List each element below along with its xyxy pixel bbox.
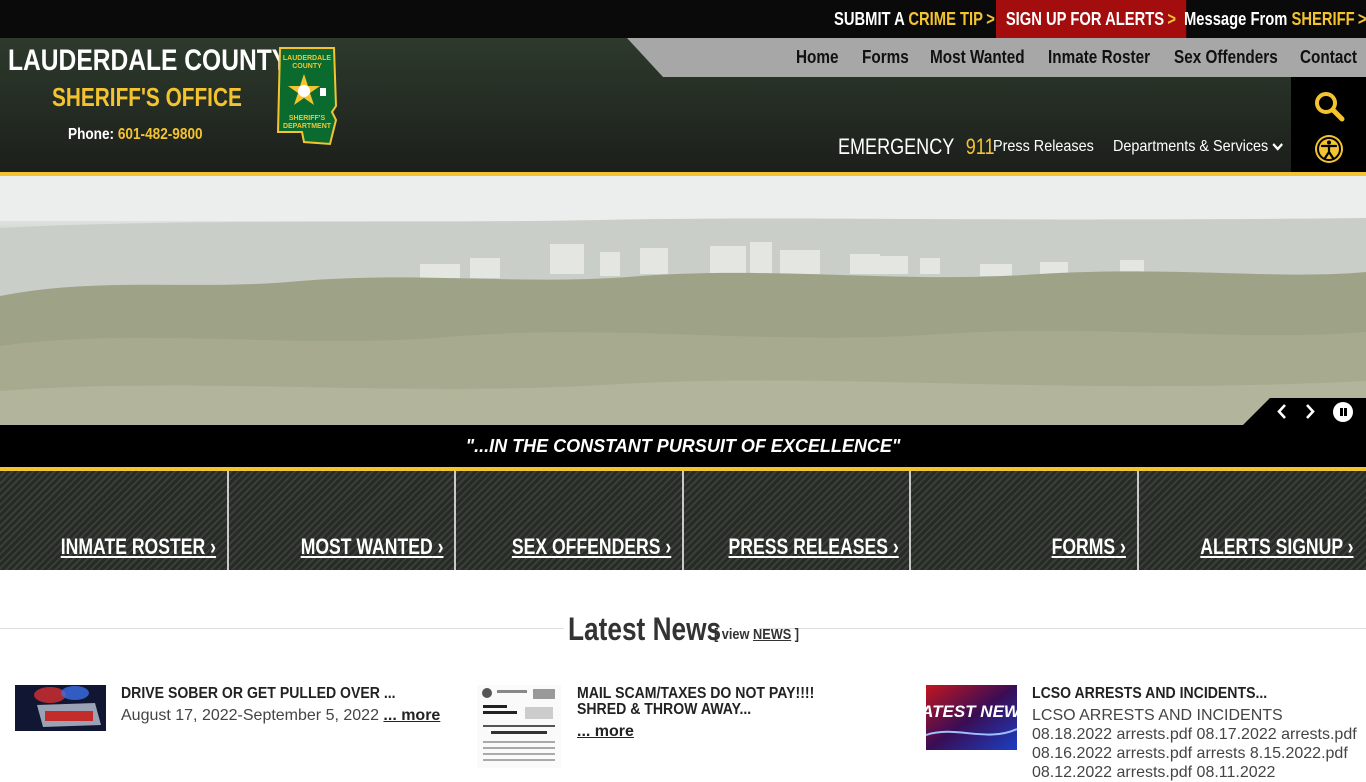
news-item-excerpt: ... more bbox=[577, 722, 634, 741]
quick-link-inmate-roster[interactable]: INMATE ROSTER › bbox=[61, 534, 216, 560]
sheriff-badge-logo[interactable]: LAUDERDALE COUNTY SHERIFF'S DEPARTMENT bbox=[274, 46, 340, 148]
view-news-link[interactable]: NEWS bbox=[753, 626, 791, 643]
news-title: Latest News bbox=[568, 611, 722, 647]
site-title[interactable]: LAUDERDALE COUNTY bbox=[8, 44, 288, 78]
svg-text:COUNTY: COUNTY bbox=[292, 63, 322, 70]
nav-inmate-roster[interactable]: Inmate Roster bbox=[1048, 38, 1150, 77]
site-subtitle[interactable]: SHERIFF'S OFFICE bbox=[52, 82, 242, 113]
chevron-right-icon: > bbox=[1167, 9, 1177, 29]
hero-slideshow-image bbox=[0, 176, 1366, 425]
news-more-link[interactable]: ... more bbox=[577, 723, 634, 740]
chevron-right-icon bbox=[1306, 404, 1315, 419]
nav-forms[interactable]: Forms bbox=[862, 38, 909, 77]
news-item-title[interactable]: LCSO ARRESTS AND INCIDENTS... bbox=[1032, 686, 1267, 702]
news-thumbnail[interactable]: LATEST NEWS bbox=[926, 685, 1017, 750]
news-item-excerpt: LCSO ARRESTS AND INCIDENTS 08.18.2022 ar… bbox=[1032, 707, 1357, 781]
news-more-link[interactable]: ... more bbox=[383, 707, 440, 724]
news-item-title[interactable]: DRIVE SOBER OR GET PULLED OVER ... bbox=[121, 686, 396, 702]
submit-crime-tip-link[interactable]: SUBMIT A CRIME TIP > bbox=[834, 0, 995, 38]
accessibility-icon[interactable] bbox=[1313, 133, 1345, 165]
chevron-right-icon: > bbox=[1357, 9, 1366, 29]
chevron-right-icon: > bbox=[986, 9, 995, 29]
quick-link-most-wanted[interactable]: MOST WANTED › bbox=[300, 534, 443, 560]
svg-text:DEPARTMENT: DEPARTMENT bbox=[283, 123, 332, 130]
nav-departments-services[interactable]: Departments & Services bbox=[1113, 138, 1283, 156]
search-icon[interactable] bbox=[1313, 90, 1345, 122]
news-thumbnail[interactable] bbox=[477, 685, 561, 768]
nav-sex-offenders[interactable]: Sex Offenders bbox=[1174, 38, 1278, 77]
sign-up-alerts-link[interactable]: SIGN UP FOR ALERTS > bbox=[996, 0, 1186, 38]
quick-link-sex-offenders[interactable]: SEX OFFENDERS › bbox=[512, 534, 671, 560]
city-skyline-image bbox=[0, 176, 1366, 425]
nav-most-wanted[interactable]: Most Wanted bbox=[930, 38, 1025, 77]
news-item-excerpt: August 17, 2022-September 5, 2022 ... mo… bbox=[121, 707, 441, 724]
slider-prev-button[interactable] bbox=[1276, 398, 1288, 425]
news-thumbnail[interactable] bbox=[15, 685, 106, 731]
slider-next-button[interactable] bbox=[1304, 398, 1316, 425]
nav-contact[interactable]: Contact bbox=[1300, 38, 1357, 77]
motto-text: "...IN THE CONSTANT PURSUIT OF EXCELLENC… bbox=[465, 436, 901, 456]
quick-link-alerts-signup[interactable]: ALERTS SIGNUP › bbox=[1201, 534, 1354, 560]
svg-text:SHERIFF'S: SHERIFF'S bbox=[289, 115, 326, 122]
nav-press-releases[interactable]: Press Releases bbox=[993, 138, 1094, 156]
nav-home[interactable]: Home bbox=[796, 38, 839, 77]
view-news: [ view NEWS ] bbox=[714, 626, 800, 643]
message-from-sheriff-link[interactable]: Message From SHERIFF > bbox=[1184, 0, 1366, 38]
quick-link-forms[interactable]: FORMS › bbox=[1052, 534, 1126, 560]
slider-pause-button[interactable] bbox=[1333, 402, 1353, 422]
svg-text:LAUDERDALE: LAUDERDALE bbox=[283, 55, 332, 62]
news-item-title[interactable]: MAIL SCAM/TAXES DO NOT PAY!!!! SHRED & T… bbox=[577, 686, 846, 718]
quick-link-press-releases[interactable]: PRESS RELEASES › bbox=[729, 534, 899, 560]
svg-text:LATEST NEWS: LATEST NEWS bbox=[926, 702, 1017, 721]
phone-number: Phone: 601-482-9800 bbox=[68, 126, 203, 143]
emergency-number: EMERGENCY 911 bbox=[838, 134, 995, 159]
chevron-down-icon bbox=[1272, 142, 1283, 151]
chevron-left-icon bbox=[1277, 404, 1286, 419]
